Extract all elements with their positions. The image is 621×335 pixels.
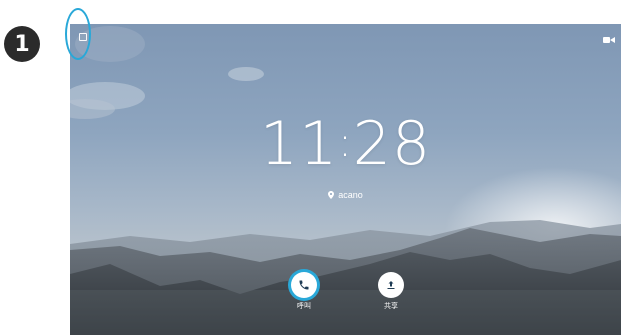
call-label: 呼叫 <box>297 303 311 310</box>
upload-share-icon <box>387 281 395 289</box>
location-name: acano <box>338 190 363 200</box>
camera-icon <box>603 31 615 49</box>
clock-separator: : <box>338 120 353 166</box>
share-button[interactable]: 共享 <box>361 272 421 311</box>
device-home-screen: 11:28 acano 呼叫 共享 <box>70 24 621 335</box>
clock-display: 11:28 <box>70 107 621 180</box>
clock-hours: 11 <box>259 109 339 179</box>
share-button-circle[interactable] <box>378 272 404 298</box>
location-pin-icon <box>328 190 335 201</box>
share-label: 共享 <box>384 303 398 310</box>
call-button-circle[interactable] <box>291 272 317 298</box>
highlight-ring <box>65 8 91 60</box>
step-number-badge: 1 <box>4 26 40 62</box>
step-number: 1 <box>14 31 30 57</box>
call-button[interactable]: 呼叫 <box>274 272 334 311</box>
phone-icon <box>299 280 309 290</box>
location-label: acano <box>70 190 621 201</box>
clock-minutes: 28 <box>352 109 432 179</box>
